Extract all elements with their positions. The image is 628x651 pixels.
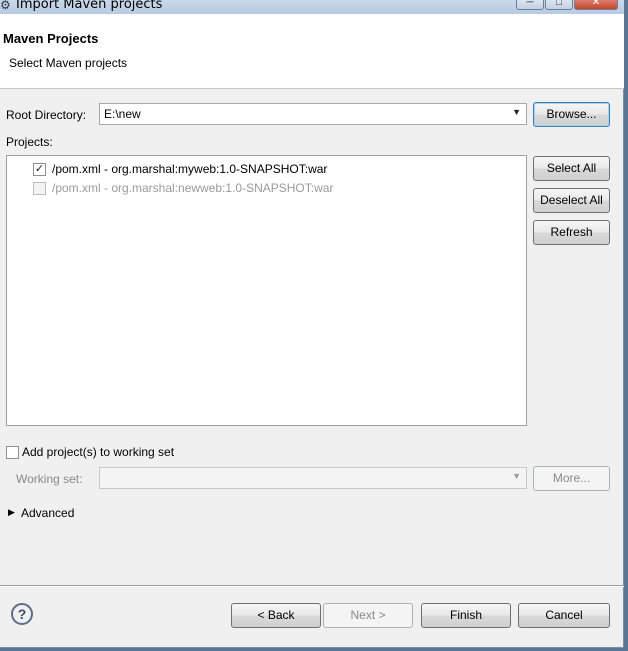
deselect-all-button[interactable]: Deselect All bbox=[533, 188, 610, 213]
list-item: /pom.xml - org.marshal:newweb:1.0-SNAPSH… bbox=[33, 179, 333, 197]
working-set-label: Working set: bbox=[16, 472, 83, 486]
working-set-combo: ▼ bbox=[99, 467, 527, 489]
chevron-down-icon[interactable]: ▼ bbox=[512, 107, 521, 117]
maven-icon: ⚙ bbox=[0, 0, 11, 12]
select-all-button[interactable]: Select All bbox=[533, 156, 610, 181]
browse-button[interactable]: Browse... bbox=[533, 102, 610, 127]
project-checkbox bbox=[33, 181, 46, 195]
wizard-header: Maven Projects Select Maven projects bbox=[0, 14, 624, 89]
root-directory-combo[interactable]: E:\new ▼ bbox=[99, 103, 527, 125]
minimize-button[interactable]: ─ bbox=[516, 0, 544, 10]
finish-button[interactable]: Finish bbox=[421, 603, 511, 628]
help-icon[interactable]: ? bbox=[11, 603, 33, 625]
add-to-working-set-label: Add project(s) to working set bbox=[22, 445, 175, 459]
window-controls: ─ □ ✕ bbox=[516, 0, 618, 10]
more-button: More... bbox=[533, 466, 610, 491]
import-maven-dialog: ⚙ Import Maven projects ─ □ ✕ Maven Proj… bbox=[0, 0, 624, 648]
page-title: Maven Projects bbox=[3, 31, 99, 46]
close-button[interactable]: ✕ bbox=[574, 0, 618, 10]
title-bar[interactable]: ⚙ Import Maven projects ─ □ ✕ bbox=[0, 0, 624, 14]
list-item[interactable]: ✓ /pom.xml - org.marshal:myweb:1.0-SNAPS… bbox=[33, 160, 327, 178]
advanced-toggle[interactable]: Advanced bbox=[21, 506, 74, 520]
project-label: /pom.xml - org.marshal:newweb:1.0-SNAPSH… bbox=[52, 181, 334, 195]
project-checkbox[interactable]: ✓ bbox=[33, 162, 46, 176]
triangle-right-icon[interactable]: ▶ bbox=[8, 507, 15, 518]
footer-separator bbox=[0, 585, 624, 587]
chevron-down-icon: ▼ bbox=[512, 471, 521, 481]
refresh-button[interactable]: Refresh bbox=[533, 220, 610, 245]
cancel-button[interactable]: Cancel bbox=[518, 603, 610, 628]
root-directory-label: Root Directory: bbox=[6, 108, 87, 122]
projects-label: Projects: bbox=[6, 135, 53, 149]
projects-tree[interactable]: ✓ /pom.xml - org.marshal:myweb:1.0-SNAPS… bbox=[6, 155, 527, 426]
project-label: /pom.xml - org.marshal:myweb:1.0-SNAPSHO… bbox=[52, 162, 328, 176]
add-to-working-set[interactable]: Add project(s) to working set bbox=[6, 445, 174, 459]
next-button: Next > bbox=[323, 603, 413, 628]
back-button[interactable]: < Back bbox=[231, 603, 321, 628]
page-description: Select Maven projects bbox=[9, 56, 128, 70]
window-title: Import Maven projects bbox=[16, 0, 163, 12]
root-directory-value: E:\new bbox=[104, 107, 141, 121]
maximize-button[interactable]: □ bbox=[545, 0, 573, 10]
working-set-checkbox[interactable] bbox=[6, 445, 19, 459]
